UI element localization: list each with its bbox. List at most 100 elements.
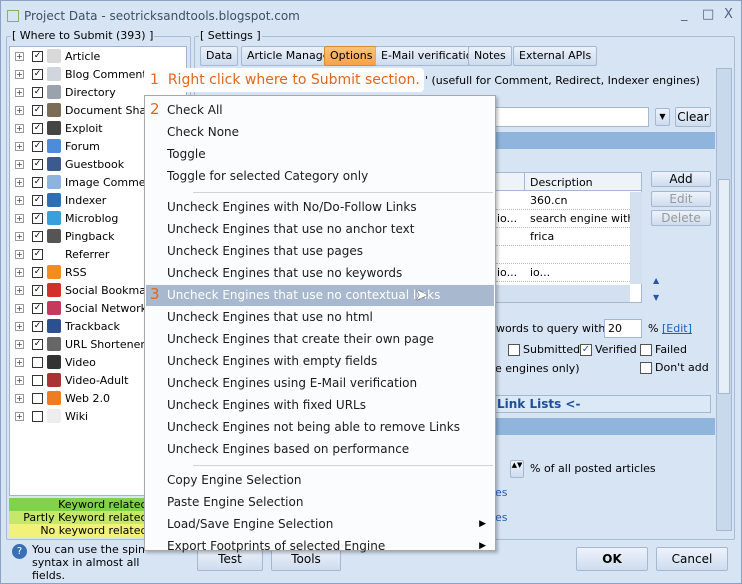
tree-checkbox[interactable]: ✓	[32, 50, 43, 62]
tree-checkbox[interactable]: ✓	[32, 338, 43, 350]
tree-item-forum[interactable]: + ✓ Forum	[10, 137, 100, 155]
menu-item-uncheck-engines-with-no-do-follow-links[interactable]: Uncheck Engines with No/Do-Follow Links	[146, 197, 494, 218]
query-percent-input[interactable]: 20	[604, 319, 642, 338]
expand-icon[interactable]: +	[15, 213, 24, 223]
expand-icon[interactable]: +	[15, 339, 24, 349]
failed-checkbox[interactable]: Failed	[640, 343, 687, 356]
minimize-button[interactable]: _	[681, 7, 688, 22]
edit-link[interactable]: [Edit]	[662, 322, 692, 335]
tree-item-url-shortener[interactable]: + ✓ URL Shortener	[10, 335, 145, 353]
expand-icon[interactable]: +	[15, 123, 24, 133]
tree-checkbox[interactable]: ✓	[32, 140, 43, 152]
tree-checkbox[interactable]: ✓	[32, 86, 43, 98]
table-row[interactable]: 360.cn	[496, 192, 630, 210]
table-row[interactable]: frica	[496, 228, 630, 246]
tree-checkbox[interactable]: ✓	[32, 212, 43, 224]
menu-item-toggle-for-selected-category-only[interactable]: Toggle for selected Category only	[146, 166, 494, 187]
tree-item-referrer[interactable]: + ✓ Referrer	[10, 245, 109, 263]
menu-item-copy-engine-selection[interactable]: Copy Engine Selection	[146, 470, 494, 491]
move-down-icon[interactable]: ▼	[653, 293, 659, 302]
tree-item-video-adult[interactable]: + Video-Adult	[10, 371, 128, 389]
tree-checkbox[interactable]: ✓	[32, 104, 43, 116]
menu-item-uncheck-engines-with-empty-fields[interactable]: Uncheck Engines with empty fields	[146, 351, 494, 372]
tree-item-wiki[interactable]: + Wiki	[10, 407, 88, 425]
tree-item-rss[interactable]: + ✓ RSS	[10, 263, 87, 281]
horizontal-scrollbar[interactable]	[496, 285, 630, 302]
tab-external-apis[interactable]: External APIs	[513, 46, 598, 66]
tree-checkbox[interactable]: ✓	[32, 320, 43, 332]
menu-item-uncheck-engines-that-use-no-contextual-links[interactable]: 3 Uncheck Engines that use no contextual …	[146, 285, 494, 306]
expand-icon[interactable]: +	[15, 303, 24, 313]
expand-icon[interactable]: +	[15, 321, 24, 331]
tree-checkbox[interactable]: ✓	[32, 230, 43, 242]
tree-checkbox[interactable]: ✓	[32, 158, 43, 170]
tree-item-social-network[interactable]: + ✓ Social Network	[10, 299, 147, 317]
edit-button[interactable]: Edit	[651, 191, 711, 207]
menu-item-export-footprints-of-selected-engine[interactable]: Export Footprints of selected Engine ▶	[146, 536, 494, 557]
tree-item-social-bookmark[interactable]: + ✓ Social Bookmark	[10, 281, 157, 299]
menu-item-uncheck-engines-that-create-their-own-page[interactable]: Uncheck Engines that create their own pa…	[146, 329, 494, 350]
description-column-header[interactable]: Description	[530, 176, 593, 189]
expand-icon[interactable]: +	[15, 159, 24, 169]
menu-item-uncheck-engines-that-use-pages[interactable]: Uncheck Engines that use pages	[146, 241, 494, 262]
table-row[interactable]: io... search engine with ju	[496, 210, 630, 228]
menu-item-uncheck-engines-that-use-no-keywords[interactable]: Uncheck Engines that use no keywords	[146, 263, 494, 284]
clear-button[interactable]: Clear	[675, 107, 711, 127]
tree-item-microblog[interactable]: + ✓ Microblog	[10, 209, 118, 227]
tree-checkbox[interactable]: ✓	[32, 68, 43, 80]
menu-item-uncheck-engines-that-use-no-html[interactable]: Uncheck Engines that use no html	[146, 307, 494, 328]
submitted-checkbox[interactable]: Submitted	[508, 343, 580, 356]
maximize-button[interactable]: □	[702, 7, 714, 22]
tree-item-web-2-0[interactable]: + Web 2.0	[10, 389, 110, 407]
expand-icon[interactable]: +	[15, 141, 24, 151]
tree-checkbox[interactable]: ✓	[32, 176, 43, 188]
tree-item-blog-comment[interactable]: + ✓ Blog Comment	[10, 65, 147, 83]
menu-item-uncheck-engines-that-use-no-anchor-text[interactable]: Uncheck Engines that use no anchor text	[146, 219, 494, 240]
expand-icon[interactable]: +	[15, 51, 24, 61]
tree-item-guestbook[interactable]: + ✓ Guestbook	[10, 155, 124, 173]
tree-item-exploit[interactable]: + ✓ Exploit	[10, 119, 103, 137]
posted-spinner[interactable]: ▲▼	[510, 460, 524, 478]
tree-item-pingback[interactable]: + ✓ Pingback	[10, 227, 115, 245]
menu-item-toggle[interactable]: Toggle	[146, 144, 494, 165]
expand-icon[interactable]: +	[15, 411, 24, 421]
table-row[interactable]	[496, 246, 630, 264]
tree-item-video[interactable]: + Video	[10, 353, 96, 371]
link-es-2[interactable]: es	[495, 511, 508, 524]
ok-button[interactable]: OK	[576, 547, 648, 571]
menu-item-uncheck-engines-using-e-mail-verification[interactable]: Uncheck Engines using E-Mail verificatio…	[146, 373, 494, 394]
tree-checkbox[interactable]: ✓	[32, 302, 43, 314]
expand-icon[interactable]: +	[15, 231, 24, 241]
dropdown-button[interactable]: ▼	[655, 108, 670, 126]
add-button[interactable]: Add	[651, 171, 711, 187]
menu-item-check-none[interactable]: Check None	[146, 122, 494, 143]
tree-checkbox[interactable]: ✓	[32, 122, 43, 134]
tree-checkbox[interactable]	[32, 410, 43, 422]
cancel-button[interactable]: Cancel	[656, 547, 728, 571]
menu-item-paste-engine-selection[interactable]: Paste Engine Selection	[146, 492, 494, 513]
url-input[interactable]	[494, 107, 649, 127]
menu-item-uncheck-engines-not-being-able-to-remove-links[interactable]: Uncheck Engines not being able to remove…	[146, 417, 494, 438]
engines-table[interactable]: Description 360.cn io... search engine wit…	[495, 172, 642, 303]
expand-icon[interactable]: +	[15, 105, 24, 115]
tree-checkbox[interactable]	[32, 392, 43, 404]
link-lists-button[interactable]: Link Lists <-	[495, 395, 711, 413]
delete-button[interactable]: Delete	[651, 210, 711, 226]
menu-item-uncheck-engines-with-fixed-urls[interactable]: Uncheck Engines with fixed URLs	[146, 395, 494, 416]
expand-icon[interactable]: +	[15, 249, 24, 259]
tree-item-trackback[interactable]: + ✓ Trackback	[10, 317, 120, 335]
menu-item-check-all[interactable]: 2 Check All	[146, 100, 494, 121]
dont-add-checkbox[interactable]: Don't add	[640, 361, 709, 374]
expand-icon[interactable]: +	[15, 69, 24, 79]
tree-checkbox[interactable]	[32, 356, 43, 368]
menu-item-load-save-engine-selection[interactable]: Load/Save Engine Selection ▶	[146, 514, 494, 535]
tree-checkbox[interactable]: ✓	[32, 248, 43, 260]
vertical-scrollbar[interactable]	[630, 192, 642, 284]
tree-item-indexer[interactable]: + ✓ Indexer	[10, 191, 106, 209]
expand-icon[interactable]: +	[15, 195, 24, 205]
expand-icon[interactable]: +	[15, 357, 24, 367]
expand-icon[interactable]: +	[15, 393, 24, 403]
tree-item-directory[interactable]: + ✓ Directory	[10, 83, 116, 101]
verified-checkbox[interactable]: ✓ Verified	[580, 343, 637, 356]
link-es-1[interactable]: es	[495, 486, 508, 499]
